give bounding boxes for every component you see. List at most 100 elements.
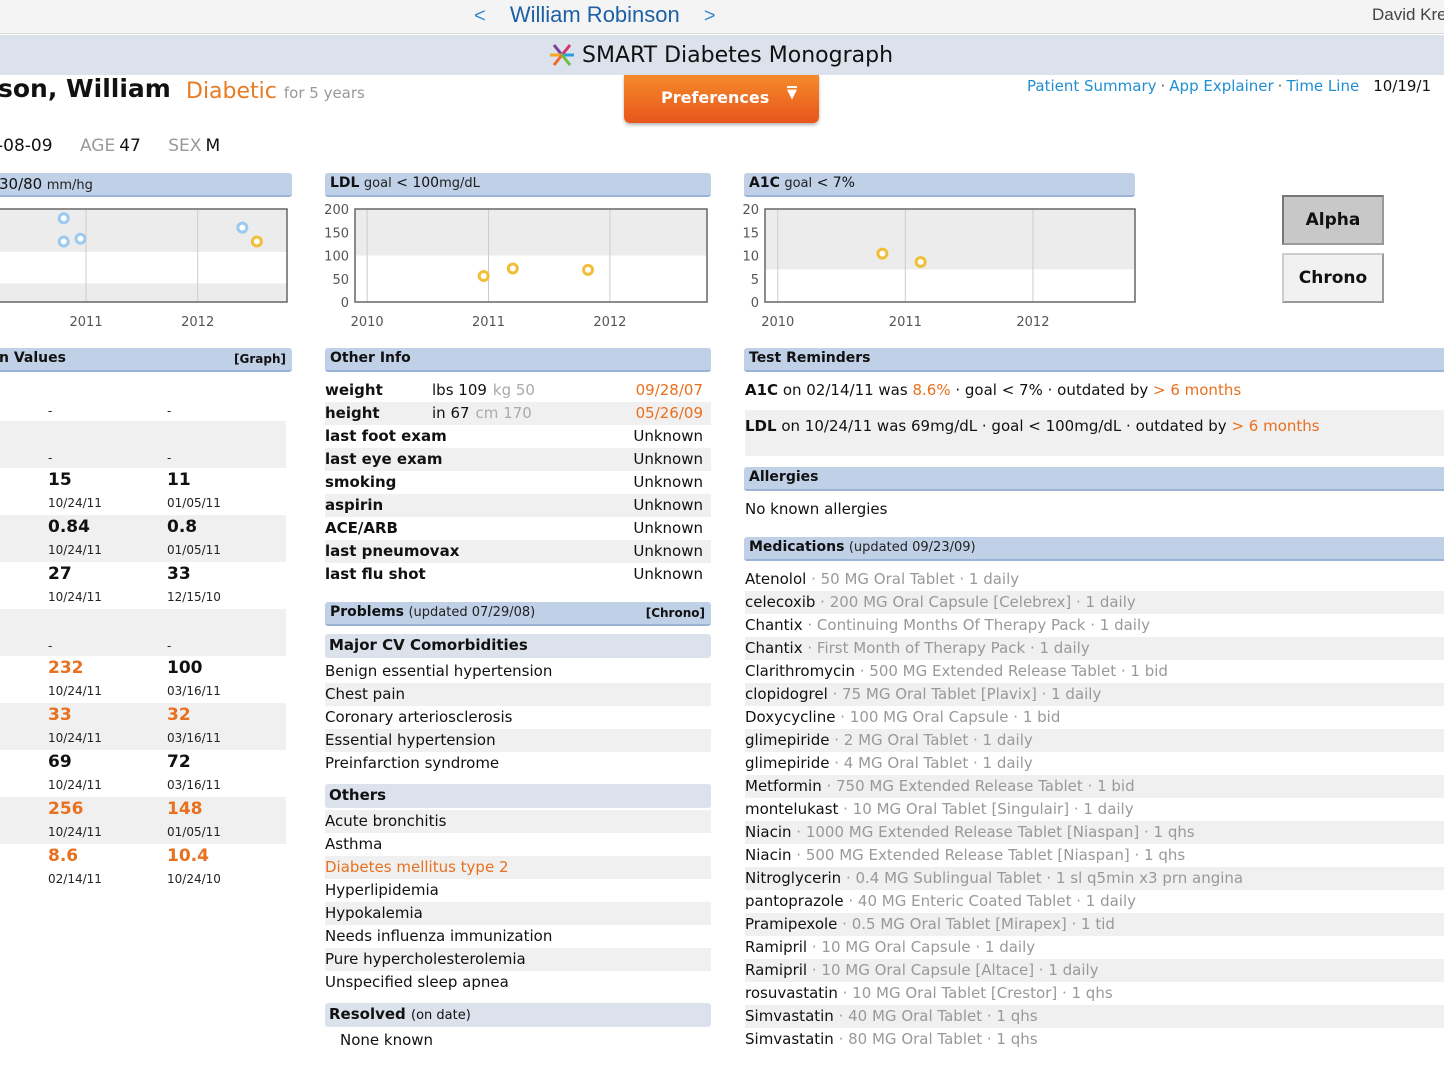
recent-value-row: 69 10/24/11 72 03/16/11 — [0, 750, 286, 797]
medication-detail: · 0.5 MG Oral Tablet [Mirapex] · 1 tid — [837, 915, 1115, 933]
y-tick-label: 10 — [742, 250, 759, 265]
recent-value-date: 10/24/10 — [167, 872, 221, 886]
x-tick-label: 2010 — [351, 315, 384, 330]
other-info-title: Other Info — [330, 350, 411, 366]
medication-name: Simvastatin — [745, 1030, 834, 1048]
recent-value: 69 — [48, 752, 72, 772]
patient-summary-link[interactable]: Patient Summary — [1027, 77, 1157, 95]
problem-item: Hypokalemia — [325, 902, 711, 925]
next-patient-icon[interactable]: > — [704, 5, 716, 28]
age-value: 47 — [119, 136, 141, 156]
bp-goal-value: 30/80 — [0, 175, 43, 193]
other-info-value: Unknown — [633, 565, 703, 583]
recent-value: 0.84 — [48, 517, 90, 537]
recent-value: 232 — [48, 658, 84, 678]
medication-item: Nitroglycerin · 0.4 MG Sublingual Tablet… — [745, 867, 1444, 890]
other-info-key: ACE/ARB — [325, 519, 398, 537]
recent-values-table: - - - -15 10/24/11 11 01/05/11 0.84 10/24/11 0.8 0… — [0, 374, 286, 891]
medication-name: montelukast — [745, 800, 839, 818]
y-tick-label: 0 — [751, 296, 759, 311]
patient-switcher: < William Robinson > — [474, 2, 716, 28]
preferences-button[interactable]: Preferences ▼ — [624, 75, 819, 123]
medication-item: Simvastatin · 80 MG Oral Tablet · 1 qhs — [745, 1028, 1444, 1051]
ldl-title: LDL — [330, 175, 360, 191]
link-separator: · — [1277, 77, 1283, 95]
recent-value-row: 8.6 02/14/11 10.4 10/24/10 — [0, 844, 286, 891]
other-info-value: Unknown — [633, 450, 703, 468]
recent-value-row: -- — [0, 609, 286, 656]
goal-band — [765, 209, 1135, 270]
ldl-reminder: LDL on 10/24/11 was 69mg/dL · goal < 100… — [745, 410, 1444, 456]
diabetic-duration: for 5 years — [283, 84, 365, 102]
current-date: 10/19/1 — [1373, 77, 1432, 95]
chrono-link[interactable]: [Chrono] — [646, 606, 705, 620]
medication-item: montelukast · 10 MG Oral Tablet [Singula… — [745, 798, 1444, 821]
alpha-sort-button[interactable]: Alpha — [1282, 195, 1384, 245]
data-point — [506, 262, 519, 275]
recent-value: - — [48, 404, 53, 418]
medication-name: Chantix — [745, 616, 803, 634]
resolved-header: Resolved (on date) — [325, 1003, 711, 1027]
ldl-goal-label: goal — [363, 176, 392, 191]
medication-detail: · 40 MG Oral Tablet · 1 qhs — [833, 1007, 1038, 1025]
medication-detail: · First Month of Therapy Pack · 1 daily — [802, 639, 1090, 657]
other-info-value: Unknown — [633, 427, 703, 445]
recent-value-date: 03/16/11 — [167, 731, 221, 745]
recent-value-date: 12/15/10 — [167, 590, 221, 604]
medication-item: Ramipril · 10 MG Oral Capsule [Altace] ·… — [745, 959, 1444, 982]
medication-detail: · 4 MG Oral Tablet · 1 daily — [829, 754, 1033, 772]
medication-item: Chantix · Continuing Months Of Therapy P… — [745, 614, 1444, 637]
a1c-reminder: A1C on 02/14/11 was 8.6% · goal < 7% · o… — [745, 381, 1444, 399]
medication-item: clopidogrel · 75 MG Oral Tablet [Plavix]… — [745, 683, 1444, 706]
other-info-row: smoking Unknown — [325, 471, 711, 494]
medication-item: Niacin · 1000 MG Extended Release Tablet… — [745, 821, 1444, 844]
prev-patient-icon[interactable]: < — [474, 5, 486, 28]
other-info-value: Unknown — [633, 519, 703, 537]
user-name[interactable]: David Kre — [1372, 5, 1444, 25]
medication-item: glimepiride · 4 MG Oral Tablet · 1 daily — [745, 752, 1444, 775]
ldl-chart-header: LDL goal < 100mg/dL — [325, 173, 711, 197]
recent-value: 33 — [167, 564, 191, 584]
medication-name: Niacin — [745, 823, 792, 841]
recent-value-row: 27 10/24/11 33 12/15/10 — [0, 562, 286, 609]
patient-nav-bar: < William Robinson > David Kre — [0, 0, 1444, 34]
medication-detail: · 500 MG Extended Release Tablet · 1 bid — [854, 662, 1168, 680]
demographics: -08-09 AGE 47 SEX M — [0, 136, 220, 156]
recent-value: - — [48, 451, 53, 465]
app-title-bar: SMART Diabetes Monograph — [0, 35, 1444, 75]
other-info-key: aspirin — [325, 496, 384, 514]
other-info-row: aspirin Unknown — [325, 494, 711, 517]
data-point — [74, 232, 87, 245]
test-reminders-header: Test Reminders — [744, 348, 1444, 372]
diabetic-label: Diabetic — [186, 79, 277, 104]
a1c-chart: 2010 2011 2012 0 5 10 15 20 — [742, 203, 1136, 330]
patient-full-name: son, William — [0, 74, 171, 103]
chrono-sort-button[interactable]: Chrono — [1282, 253, 1384, 303]
recent-value: - — [167, 639, 172, 653]
bp-chart: 2011 2012 — [0, 208, 288, 330]
recent-value-row: 33 10/24/11 32 03/16/11 — [0, 703, 286, 750]
app-title: SMART Diabetes Monograph — [582, 42, 894, 68]
recent-value-row: 232 10/24/11 100 03/16/11 — [0, 656, 286, 703]
medication-name: Niacin — [745, 846, 792, 864]
reminder-text: on 02/14/11 was — [778, 381, 913, 399]
other-info-value: Unknown — [633, 496, 703, 514]
other-info-row: ACE/ARB Unknown — [325, 517, 711, 540]
y-tick-label: 100 — [324, 250, 349, 265]
app-explainer-link[interactable]: App Explainer — [1169, 77, 1273, 95]
reminder-test-name: LDL — [745, 417, 777, 435]
medication-name: celecoxib — [745, 593, 816, 611]
recent-value-date: 10/24/11 — [48, 778, 102, 792]
time-line-link[interactable]: Time Line — [1286, 77, 1359, 95]
data-point — [57, 212, 70, 225]
graph-link[interactable]: [Graph] — [234, 352, 286, 366]
reminder-test-name: A1C — [745, 381, 779, 399]
other-info-key: last pneumovax — [325, 542, 460, 560]
other-problems-list: Acute bronchitis Asthma Diabetes mellitus … — [325, 810, 711, 994]
header-links: Patient Summary · App Explainer · Time Line 1… — [1027, 77, 1431, 95]
current-patient-name[interactable]: William Robinson — [510, 2, 680, 28]
problem-item: Hyperlipidemia — [325, 881, 439, 899]
y-tick-label: 200 — [324, 203, 349, 218]
problems-header: Problems (updated 07/29/08) [Chrono] — [325, 602, 711, 626]
other-info-value: Unknown — [633, 473, 703, 491]
